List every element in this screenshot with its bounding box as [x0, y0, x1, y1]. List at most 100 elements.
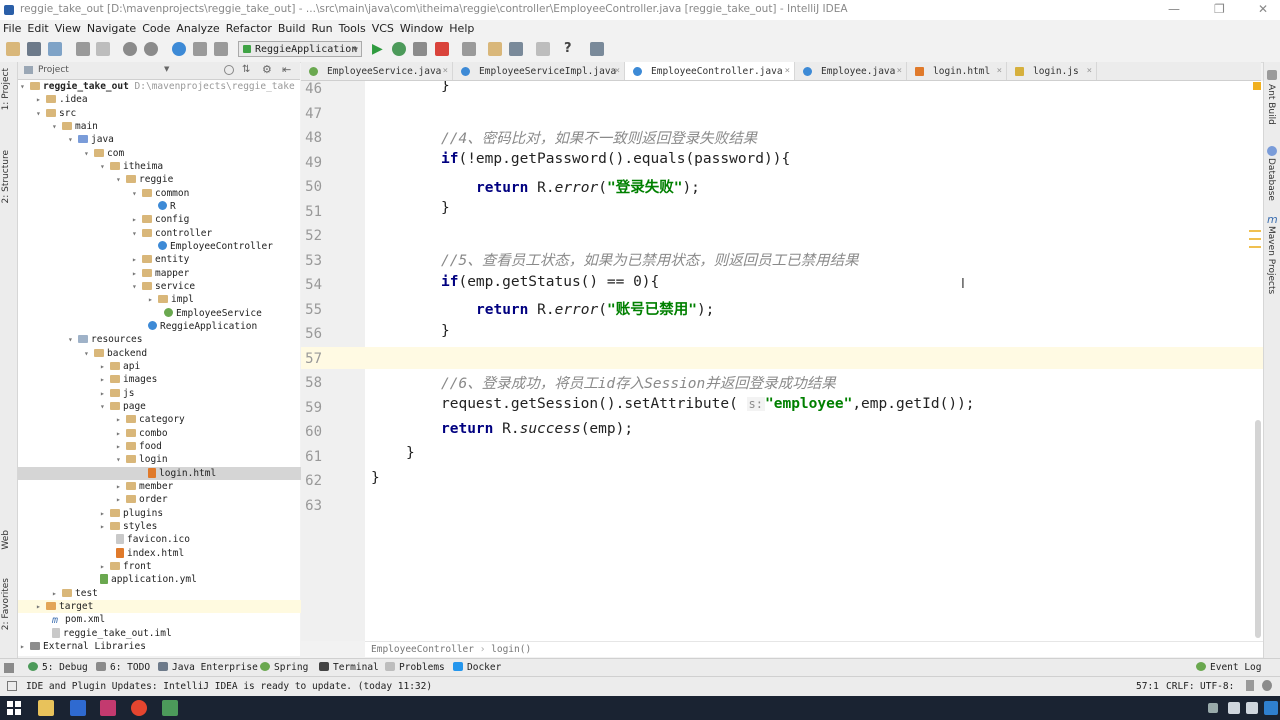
- web-tool-tab[interactable]: Web: [1, 530, 11, 550]
- tray-icon[interactable]: [1208, 703, 1218, 713]
- run-config-select[interactable]: ReggieApplication ▼: [238, 41, 362, 57]
- close-icon[interactable]: ×: [615, 62, 620, 81]
- sdk-icon[interactable]: [536, 42, 550, 56]
- open-folder-icon[interactable]: [6, 42, 20, 56]
- intellij-taskbar-icon[interactable]: [100, 700, 116, 716]
- close-icon[interactable]: ×: [997, 62, 1002, 81]
- file-explorer-icon[interactable]: [38, 700, 54, 716]
- status-message[interactable]: IDE and Plugin Updates: IntelliJ IDEA is…: [26, 681, 432, 692]
- status-window-icon[interactable]: [7, 681, 17, 691]
- menu-refactor[interactable]: Refactor: [223, 20, 275, 38]
- structure-tool-tab[interactable]: 2: Structure: [1, 150, 11, 204]
- breadcrumb-method[interactable]: login(): [491, 644, 531, 655]
- menu-tools[interactable]: Tools: [336, 20, 369, 38]
- app-icon[interactable]: [70, 700, 86, 716]
- menu-analyze[interactable]: Analyze: [173, 20, 222, 38]
- tree-item-src[interactable]: ▾ src: [18, 107, 318, 120]
- error-stripe-mark[interactable]: [1249, 230, 1261, 232]
- error-stripe-mark[interactable]: [1249, 238, 1261, 240]
- class-icon[interactable]: [172, 42, 186, 56]
- error-stripe-mark[interactable]: [1249, 246, 1261, 248]
- close-icon[interactable]: ×: [443, 62, 448, 81]
- close-icon[interactable]: ✕: [1258, 2, 1268, 16]
- java-enterprise-tool-button[interactable]: Java Enterprise: [158, 659, 258, 677]
- structure-icon[interactable]: [193, 42, 207, 56]
- tab-login-js[interactable]: login.js ×: [1007, 62, 1097, 80]
- presentation-icon[interactable]: [590, 42, 604, 56]
- menu-file[interactable]: File: [0, 20, 24, 38]
- tree-item-pom-xml[interactable]: m pom.xml: [18, 613, 334, 626]
- close-icon[interactable]: ×: [785, 62, 790, 81]
- vertical-scrollbar[interactable]: [1255, 420, 1261, 638]
- tree-item-iml[interactable]: reggie_take_out.iml: [18, 627, 334, 640]
- menu-build[interactable]: Build: [275, 20, 309, 38]
- save-icon[interactable]: [27, 42, 41, 56]
- undo-icon[interactable]: [76, 42, 90, 56]
- minimize-icon[interactable]: —: [1168, 2, 1180, 16]
- coverage-icon[interactable]: [413, 42, 427, 56]
- menu-view[interactable]: View: [52, 20, 84, 38]
- ant-build-tool-tab[interactable]: Ant Build: [1266, 84, 1276, 125]
- spring-tool-button[interactable]: Spring: [260, 659, 308, 677]
- debug-icon[interactable]: [392, 42, 406, 56]
- close-icon[interactable]: ×: [1087, 62, 1092, 81]
- help-icon[interactable]: ?: [564, 41, 572, 56]
- menu-run[interactable]: Run: [309, 20, 336, 38]
- tab-login-html[interactable]: login.html ×: [907, 62, 1007, 80]
- menu-window[interactable]: Window: [397, 20, 446, 38]
- tray-icon[interactable]: [1246, 702, 1258, 714]
- project-structure-icon[interactable]: [509, 42, 523, 56]
- lock-icon[interactable]: [1246, 680, 1254, 691]
- terminal-tool-button[interactable]: Terminal: [319, 659, 379, 677]
- menu-edit[interactable]: Edit: [24, 20, 51, 38]
- sync-icon[interactable]: [48, 42, 62, 56]
- toggle-tool-windows-icon[interactable]: [4, 663, 14, 673]
- docker-tool-button[interactable]: Docker: [453, 659, 501, 677]
- collapse-all-icon[interactable]: ⇅: [242, 64, 250, 75]
- debug-tool-button[interactable]: 5: Debug: [28, 659, 88, 677]
- gear-icon[interactable]: ⚙: [262, 63, 272, 76]
- replace-icon[interactable]: [144, 42, 158, 56]
- find-icon[interactable]: [123, 42, 137, 56]
- breadcrumb-class[interactable]: EmployeeController: [371, 644, 474, 655]
- back-icon[interactable]: [214, 42, 228, 56]
- chrome-icon[interactable]: [131, 700, 147, 716]
- redo-icon[interactable]: [96, 42, 110, 56]
- build-icon[interactable]: [462, 42, 476, 56]
- tree-item-root[interactable]: ▾ reggie_take_out D:\mavenprojects\reggie…: [18, 80, 302, 93]
- warning-marker-icon[interactable]: [1253, 82, 1261, 90]
- project-view-select[interactable]: Project: [38, 65, 69, 75]
- tree-item-main[interactable]: ▾ main: [18, 120, 334, 133]
- maven-projects-tool-tab[interactable]: Maven Projects: [1266, 226, 1276, 294]
- tray-icon[interactable]: [1228, 702, 1240, 714]
- windows-start-icon[interactable]: [6, 700, 22, 716]
- tree-item-target[interactable]: ▸ target: [18, 600, 318, 613]
- line-separator[interactable]: CRLF:: [1166, 681, 1195, 692]
- menu-code[interactable]: Code: [139, 20, 173, 38]
- close-icon[interactable]: ×: [897, 62, 902, 81]
- database-tool-tab[interactable]: Database: [1266, 158, 1276, 201]
- maximize-icon[interactable]: ❐: [1214, 2, 1225, 16]
- menu-navigate[interactable]: Navigate: [84, 20, 139, 38]
- tab-employee-controller[interactable]: EmployeeController.java ×: [625, 62, 795, 80]
- inspector-icon[interactable]: [1262, 680, 1272, 691]
- scroll-from-source-icon[interactable]: [224, 65, 234, 75]
- hide-panel-icon[interactable]: ⇤: [282, 63, 291, 76]
- tree-item-idea[interactable]: ▸ .idea: [18, 93, 318, 106]
- problems-tool-button[interactable]: Problems: [385, 659, 445, 677]
- tree-item-external-libraries[interactable]: ▸ External Libraries: [18, 640, 302, 653]
- tab-employee[interactable]: Employee.java ×: [795, 62, 907, 80]
- stop-icon[interactable]: [435, 42, 449, 56]
- tab-employee-service-impl[interactable]: EmployeeServiceImpl.java ×: [453, 62, 625, 80]
- editor-gutter[interactable]: 46 47 48 49 50 51 52 53 54 55 56 57 58 5…: [301, 81, 365, 641]
- favorites-tool-tab[interactable]: 2: Favorites: [1, 578, 11, 630]
- settings-wrench-icon[interactable]: [488, 42, 502, 56]
- notification-icon[interactable]: [1264, 701, 1278, 715]
- tab-employee-service[interactable]: EmployeeService.java ×: [301, 62, 453, 80]
- app-icon[interactable]: [162, 700, 178, 716]
- todo-tool-button[interactable]: 6: TODO: [96, 659, 150, 677]
- file-encoding[interactable]: UTF-8:: [1200, 681, 1234, 692]
- tree-item-test[interactable]: ▸ test: [18, 587, 334, 600]
- chevron-down-icon[interactable]: ▼: [164, 65, 169, 73]
- menu-vcs[interactable]: VCS: [369, 20, 397, 38]
